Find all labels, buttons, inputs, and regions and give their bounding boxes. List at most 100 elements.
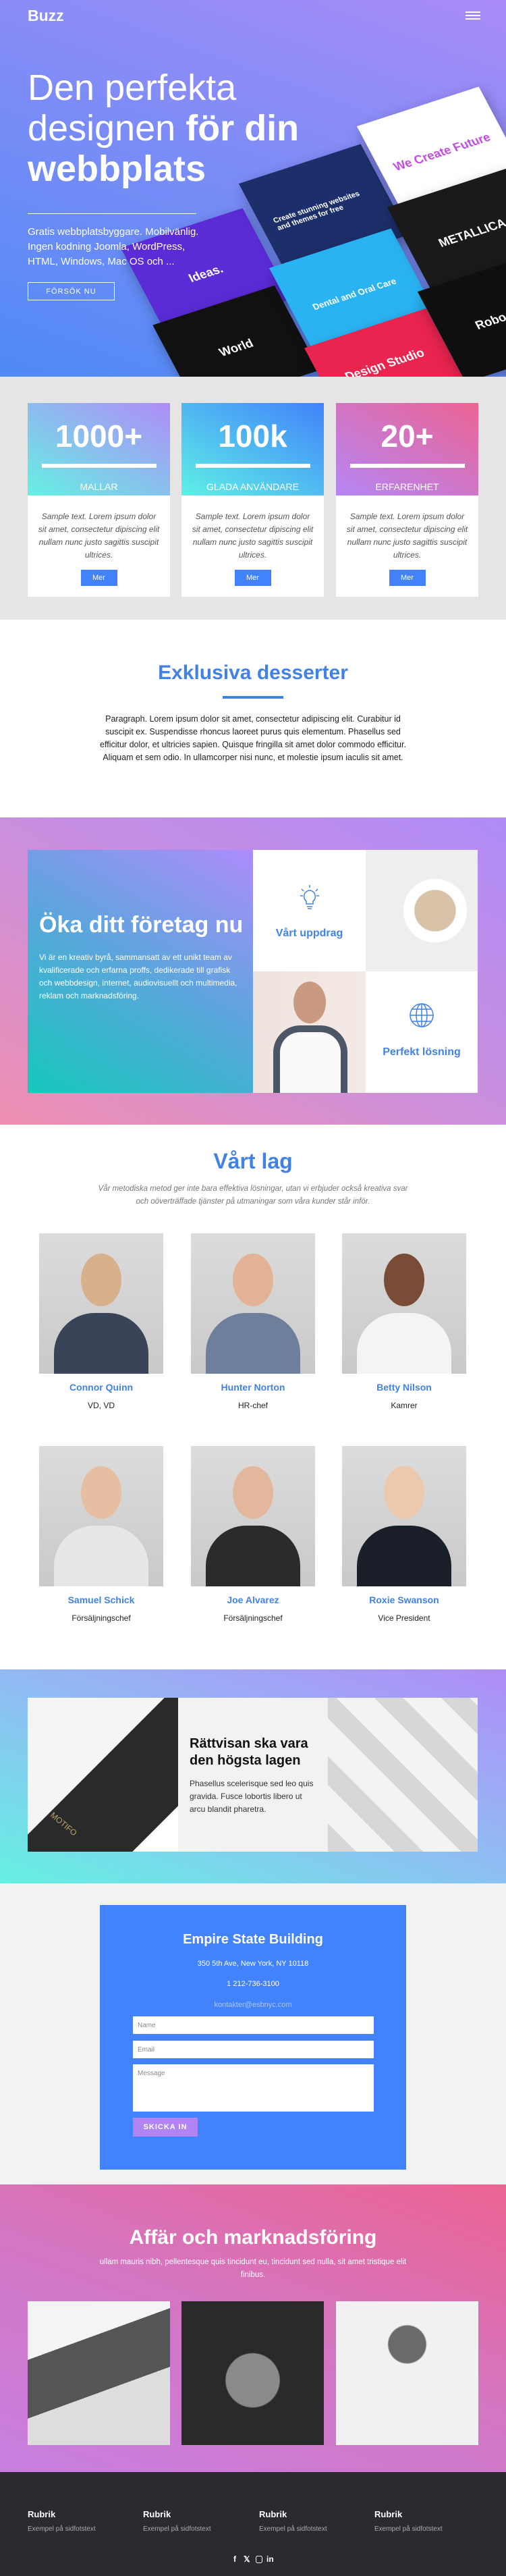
stat-card: 1000+ MALLAR Sample text. Lorem ipsum dol…: [28, 403, 170, 597]
try-now-button[interactable]: FÖRSÖK NU: [28, 282, 115, 300]
team-member-photo: [342, 1233, 466, 1374]
contact-section: Empire State Building 350 5th Ave, New Y…: [0, 1883, 506, 2184]
coffee-image: [366, 850, 478, 971]
lightbulb-icon: [300, 885, 319, 909]
stat-label: MALLAR: [80, 481, 118, 492]
justice-section: MOTIFO Rättvisan ska vara den högsta lag…: [0, 1669, 506, 1883]
team-section: Vårt lag Vår metodiska metod ger inte ba…: [0, 1125, 506, 1669]
mission-label: Vårt uppdrag: [275, 928, 343, 939]
contact-title: Empire State Building: [183, 1932, 323, 1947]
footer-text: Exempel på sidfotstext: [374, 2525, 443, 2533]
team-title: Vårt lag: [213, 1149, 293, 1173]
hero-section: Buzz Den perfekta designen för din webbp…: [0, 0, 506, 421]
stats-section: 1000+ MALLAR Sample text. Lorem ipsum dol…: [0, 377, 506, 620]
team-member-photo: [191, 1233, 315, 1374]
team-subtitle: Vår metodiska metod ger inte bara effekt…: [98, 1185, 408, 1206]
exclusive-title: Exklusiva desserter: [158, 662, 348, 684]
footer-heading: Rubrik: [143, 2509, 171, 2519]
footer: Rubrik Exempel på sidfotstext Rubrik Exemp…: [0, 2472, 506, 2576]
footer-column: Rubrik Exempel på sidfotstext: [374, 2509, 443, 2533]
stat-label: GLADA ANVÄNDARE: [206, 481, 299, 492]
footer-column: Rubrik Exempel på sidfotstext: [28, 2509, 96, 2533]
business-text: ullam mauris nibh, pellentesque quis tin…: [99, 2258, 407, 2279]
team-member-photo: [39, 1446, 163, 1586]
solution-label: Perfekt lösning: [383, 1046, 461, 1058]
team-member-photo: [342, 1446, 466, 1586]
contact-address: 350 5th Ave, New York, NY 10118: [197, 1960, 309, 1968]
more-button[interactable]: Mer: [234, 570, 271, 586]
grow-section: Öka ditt företag nu Vi är en kreativ byr…: [0, 817, 506, 1125]
team-member-role: VD, VD: [87, 1401, 115, 1410]
smiling-man-image: [336, 2301, 478, 2445]
justice-text-panel: Rättvisan ska vara den högsta lagen Phas…: [178, 1698, 328, 1852]
team-member-name: Roxie Swanson: [369, 1594, 439, 1605]
footer-column: Rubrik Exempel på sidfotstext: [143, 2509, 211, 2533]
team-member-name: Hunter Norton: [221, 1382, 285, 1393]
more-button[interactable]: Mer: [389, 570, 426, 586]
footer-column: Rubrik Exempel på sidfotstext: [259, 2509, 327, 2533]
contact-phone: 1 212-736-3100: [227, 1980, 279, 1988]
footer-heading: Rubrik: [259, 2509, 287, 2519]
grow-title: Öka ditt företag nu: [39, 912, 244, 938]
linkedin-icon[interactable]: in: [266, 2554, 274, 2564]
stat-text: Sample text. Lorem ipsum dolor sit amet,…: [346, 512, 468, 560]
stat-text: Sample text. Lorem ipsum dolor sit amet,…: [192, 512, 314, 560]
team-member-role: HR-chef: [237, 1401, 268, 1410]
mockup-image: [328, 1698, 478, 1852]
twitter-icon[interactable]: 𝕏: [244, 2554, 250, 2564]
hero-divider: [28, 213, 196, 214]
more-button[interactable]: Mer: [80, 570, 117, 586]
exclusive-text: Paragraph. Lorem ipsum dolor sit amet, c…: [100, 714, 406, 762]
name-input[interactable]: Name: [133, 2016, 374, 2034]
contact-email-link[interactable]: kontakter@esbnyc.com: [100, 2001, 406, 2009]
team-member-name: Samuel Schick: [67, 1594, 135, 1605]
team-member-name: Joe Alvarez: [227, 1594, 279, 1605]
hero-subtitle: Gratis webbplatsbyggare. Mobilvänlig. In…: [28, 226, 199, 267]
stationery-image: MOTIFO: [28, 1698, 178, 1852]
team-member-name: Connor Quinn: [69, 1382, 134, 1393]
team-member-role: Försäljningschef: [72, 1613, 131, 1623]
team-member-name: Betty Nilson: [376, 1382, 432, 1393]
team-member-role: Kamrer: [391, 1401, 418, 1410]
message-textarea[interactable]: Message: [133, 2064, 374, 2112]
hero-title: Den perfekta designen för din webbplats: [28, 68, 338, 189]
stat-number: 100k: [218, 419, 287, 454]
grow-text: Vi är en kreativ byrå, sammansatt av ett…: [39, 952, 237, 1000]
team-member-role: Vice President: [378, 1613, 430, 1623]
stationery-logo: MOTIFO: [48, 1810, 79, 1838]
contact-box: Empire State Building 350 5th Ave, New Y…: [100, 1905, 406, 2170]
facebook-icon[interactable]: f: [233, 2554, 236, 2564]
grow-panel: Öka ditt företag nu Vi är en kreativ byr…: [28, 850, 253, 1093]
mission-tile: Vårt uppdrag: [253, 850, 366, 971]
team-member-photo: [191, 1446, 315, 1586]
man-image: [253, 971, 366, 1093]
footer-text: Exempel på sidfotstext: [259, 2525, 327, 2533]
stat-label: ERFARENHET: [375, 481, 439, 492]
stat-text: Sample text. Lorem ipsum dolor sit amet,…: [38, 512, 160, 560]
submit-button[interactable]: SKICKA IN: [133, 2118, 198, 2137]
stat-card: 100k GLADA ANVÄNDARE Sample text. Lorem i…: [181, 403, 324, 597]
stat-card: 20+ ERFARENHET Sample text. Lorem ipsum d…: [336, 403, 478, 597]
footer-text: Exempel på sidfotstext: [28, 2525, 96, 2533]
team-member-role: Försäljningschef: [223, 1613, 283, 1623]
title-divider: [223, 696, 283, 699]
team-member-photo: [39, 1233, 163, 1374]
footer-heading: Rubrik: [28, 2509, 56, 2519]
solution-tile: Perfekt lösning: [366, 971, 478, 1093]
laughing-man-image: [181, 2301, 324, 2445]
justice-title: Rättvisan ska vara den högsta lagen: [190, 1736, 308, 1768]
email-input[interactable]: Email: [133, 2041, 374, 2058]
stat-number: 20+: [381, 419, 434, 454]
stat-divider: [349, 464, 465, 468]
team-meeting-image: [28, 2301, 170, 2445]
instagram-icon[interactable]: [256, 2556, 262, 2563]
justice-text: Phasellus scelerisque sed leo quis gravi…: [190, 1779, 314, 1814]
stat-divider: [41, 464, 157, 468]
business-title: Affär och marknadsföring: [129, 2226, 377, 2249]
hamburger-icon[interactable]: [466, 9, 480, 22]
logo[interactable]: Buzz: [28, 7, 64, 25]
stat-number: 1000+: [55, 419, 143, 454]
footer-text: Exempel på sidfotstext: [143, 2525, 211, 2533]
stat-divider: [195, 464, 310, 468]
exclusive-section: Exklusiva desserter Paragraph. Lorem ips…: [0, 620, 506, 817]
